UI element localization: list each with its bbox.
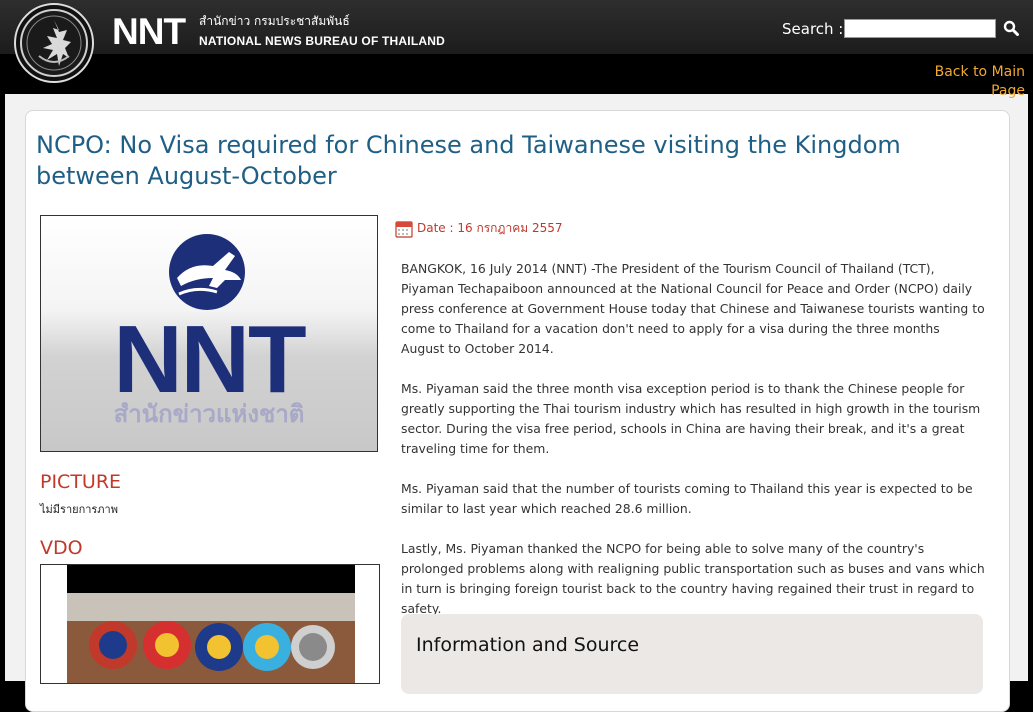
nav-bar xyxy=(0,54,1033,94)
nnt-logo-text[interactable]: NNT xyxy=(112,12,186,52)
article-body: BANGKOK, 16 July 2014 (NNT) -The Preside… xyxy=(401,259,986,639)
back-to-main-page-link[interactable]: Back to Main Page xyxy=(915,63,1025,101)
article-title: NCPO: No Visa required for Chinese and T… xyxy=(36,131,901,190)
logo-english-subtitle: NATIONAL NEWS BUREAU OF THAILAND xyxy=(199,34,445,48)
article-paragraph: Ms. Piyaman said that the number of tour… xyxy=(401,481,973,516)
nnt-logo-image: NNT สำนักข่าวแห่งชาติ xyxy=(113,234,308,428)
article-paragraph: BANGKOK, 16 July 2014 (NNT) -The Preside… xyxy=(401,261,985,356)
article-paragraph: Ms. Piyaman said the three month visa ex… xyxy=(401,381,981,456)
video-frame-image xyxy=(67,565,355,683)
picture-empty-note: ไม่มีรายการภาพ xyxy=(40,503,118,516)
video-thumbnail[interactable] xyxy=(67,565,355,683)
search-input[interactable] xyxy=(844,19,996,38)
government-seal-logo[interactable] xyxy=(14,3,94,83)
article-date-row: Date : 16 กรกฎาคม 2557 xyxy=(395,219,563,238)
seal-emblem-icon xyxy=(20,9,88,77)
article-paragraph: Lastly, Ms. Piyaman thanked the NCPO for… xyxy=(401,541,985,616)
video-player[interactable] xyxy=(40,564,380,684)
magnifier-icon xyxy=(1003,20,1019,36)
photo-thai-caption: สำนักข่าวแห่งชาติ xyxy=(114,400,305,428)
calendar-icon xyxy=(395,220,413,238)
photo-logo-text: NNT xyxy=(113,306,306,413)
search-label: Search : xyxy=(782,20,844,38)
article-photo[interactable]: NNT สำนักข่าวแห่งชาติ xyxy=(40,215,378,452)
article-date: Date : 16 กรกฎาคม 2557 xyxy=(417,221,563,235)
picture-heading: PICTURE xyxy=(40,471,122,493)
information-source-box: Information and Source xyxy=(401,614,983,694)
logo-thai-subtitle: สำนักข่าว กรมประชาสัมพันธ์ xyxy=(199,14,350,28)
search-button[interactable] xyxy=(1000,17,1022,39)
vdo-heading: VDO xyxy=(40,537,83,559)
information-source-title: Information and Source xyxy=(416,634,640,656)
